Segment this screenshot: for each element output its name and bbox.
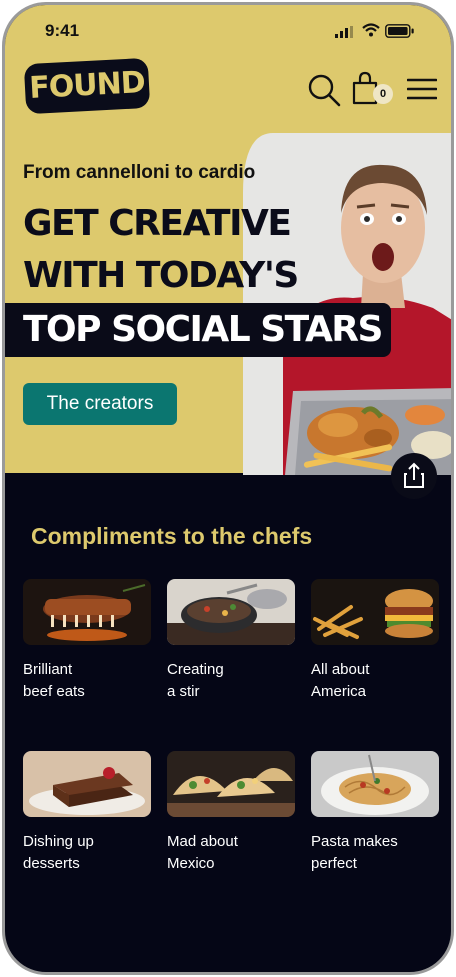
card-thumbnail-image bbox=[23, 579, 151, 645]
hamburger-menu-icon bbox=[406, 78, 438, 100]
search-button[interactable] bbox=[307, 73, 341, 107]
card-brilliant-beef-eats[interactable]: Brilliant beef eats bbox=[23, 579, 151, 703]
card-pasta-makes-perfect[interactable]: Pasta makes perfect bbox=[311, 751, 439, 875]
card-caption-line-1: Mad about bbox=[167, 833, 238, 850]
search-icon bbox=[308, 74, 341, 107]
found-logo[interactable]: FOUND bbox=[23, 57, 151, 115]
status-bar: 9:41 bbox=[5, 5, 451, 57]
card-thumbnail-image bbox=[311, 579, 439, 645]
hero-headline-line-1: GET CREATIVE bbox=[23, 203, 292, 244]
hero-kicker: From cannelloni to cardio bbox=[23, 162, 256, 183]
card-caption-line-2: desserts bbox=[23, 855, 80, 872]
card-dishing-up-desserts[interactable]: Dishing up desserts bbox=[23, 751, 151, 875]
status-time: 9:41 bbox=[45, 21, 80, 40]
card-mad-about-mexico[interactable]: Mad about Mexico bbox=[167, 751, 295, 875]
card-creating-a-stir[interactable]: Creating a stir bbox=[167, 579, 295, 703]
card-caption-line-2: beef eats bbox=[23, 683, 85, 700]
card-caption-line-1: Creating bbox=[167, 661, 224, 678]
phone-frame: 9:41 FOUND 0 From cannelloni to cardio G… bbox=[2, 2, 454, 975]
card-caption-line-2: America bbox=[311, 683, 367, 700]
share-icon bbox=[404, 462, 424, 488]
card-caption-line-1: Dishing up bbox=[23, 833, 94, 850]
card-caption-line-2: Mexico bbox=[167, 855, 215, 872]
card-caption-line-2: perfect bbox=[311, 855, 357, 872]
card-caption-line-2: a stir bbox=[167, 683, 200, 700]
section-title: Compliments to the chefs bbox=[31, 523, 313, 549]
wifi-icon bbox=[362, 23, 380, 37]
card-caption-line-1: Pasta makes bbox=[311, 833, 398, 850]
cart-count-badge: 0 bbox=[373, 84, 393, 104]
card-caption-line-1: All about bbox=[311, 661, 370, 678]
hero-headline-line-2: WITH TODAY'S bbox=[23, 255, 299, 296]
card-all-about-america[interactable]: All about America bbox=[311, 579, 439, 703]
cellular-signal-icon bbox=[335, 26, 353, 38]
card-thumbnail-image bbox=[311, 751, 439, 817]
card-caption-line-1: Brilliant bbox=[23, 661, 73, 678]
menu-button[interactable] bbox=[406, 77, 438, 101]
card-thumbnail-image bbox=[167, 751, 295, 817]
cart-button[interactable]: 0 bbox=[351, 71, 395, 109]
card-thumbnail-image bbox=[23, 751, 151, 817]
battery-icon bbox=[385, 24, 414, 38]
hero-headline-line-3: TOP SOCIAL STARS bbox=[23, 309, 383, 350]
the-creators-button[interactable]: The creators bbox=[23, 383, 177, 425]
card-thumbnail-image bbox=[167, 579, 295, 645]
share-button[interactable] bbox=[391, 453, 437, 499]
